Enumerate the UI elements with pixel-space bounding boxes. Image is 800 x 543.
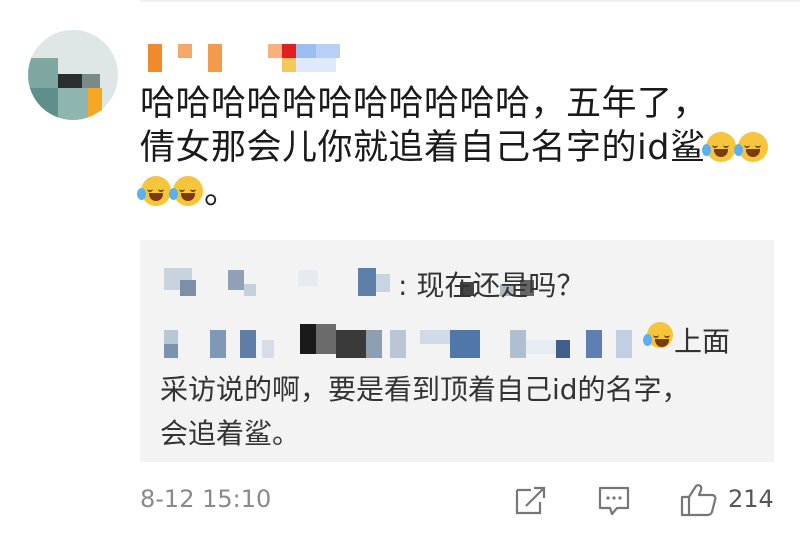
comment-line-3: 。 xyxy=(137,170,780,214)
comment-timestamp: 8-12 15:10 xyxy=(140,485,272,513)
comment-line-2-text: 倩女那会儿你就追着自己名字的id鲨 xyxy=(140,128,706,168)
laugh-cry-emoji xyxy=(702,132,737,162)
avatar[interactable] xyxy=(28,30,118,120)
comment-line-3-text: 。 xyxy=(204,172,240,212)
reply-line-2: 上面 xyxy=(674,325,731,358)
reply-line-4: 会追着鲨。 xyxy=(160,417,301,450)
comment-body: 哈哈哈哈哈哈哈哈哈哈哈，五年了， 倩女那会儿你就追着自己名字的id鲨 。 xyxy=(137,82,780,214)
laugh-cry-emoji xyxy=(734,132,769,162)
comment-line-1: 哈哈哈哈哈哈哈哈哈哈哈，五年了， xyxy=(140,84,709,124)
share-icon[interactable] xyxy=(513,482,547,518)
comment-line-2: 倩女那会儿你就追着自己名字的id鲨 xyxy=(140,126,780,170)
laugh-cry-emoji xyxy=(169,176,203,206)
reply-line-1: : 现在还是吗？ xyxy=(398,269,585,302)
comment-icon[interactable] xyxy=(597,482,631,518)
reply-preview[interactable]: : 现在还是吗？ 上面 采访说的啊，要是看到顶着自己id的名字， 会追着鲨。 xyxy=(140,240,774,462)
reply-line-3: 采访说的啊，要是看到顶着自己id的名字， xyxy=(160,373,690,406)
thumbs-up-icon[interactable] xyxy=(679,482,719,518)
username-obscured[interactable] xyxy=(148,40,348,76)
like-count: 214 xyxy=(728,485,774,513)
laugh-cry-emoji xyxy=(137,176,171,206)
laugh-cry-emoji xyxy=(643,322,673,348)
top-divider xyxy=(140,0,800,2)
